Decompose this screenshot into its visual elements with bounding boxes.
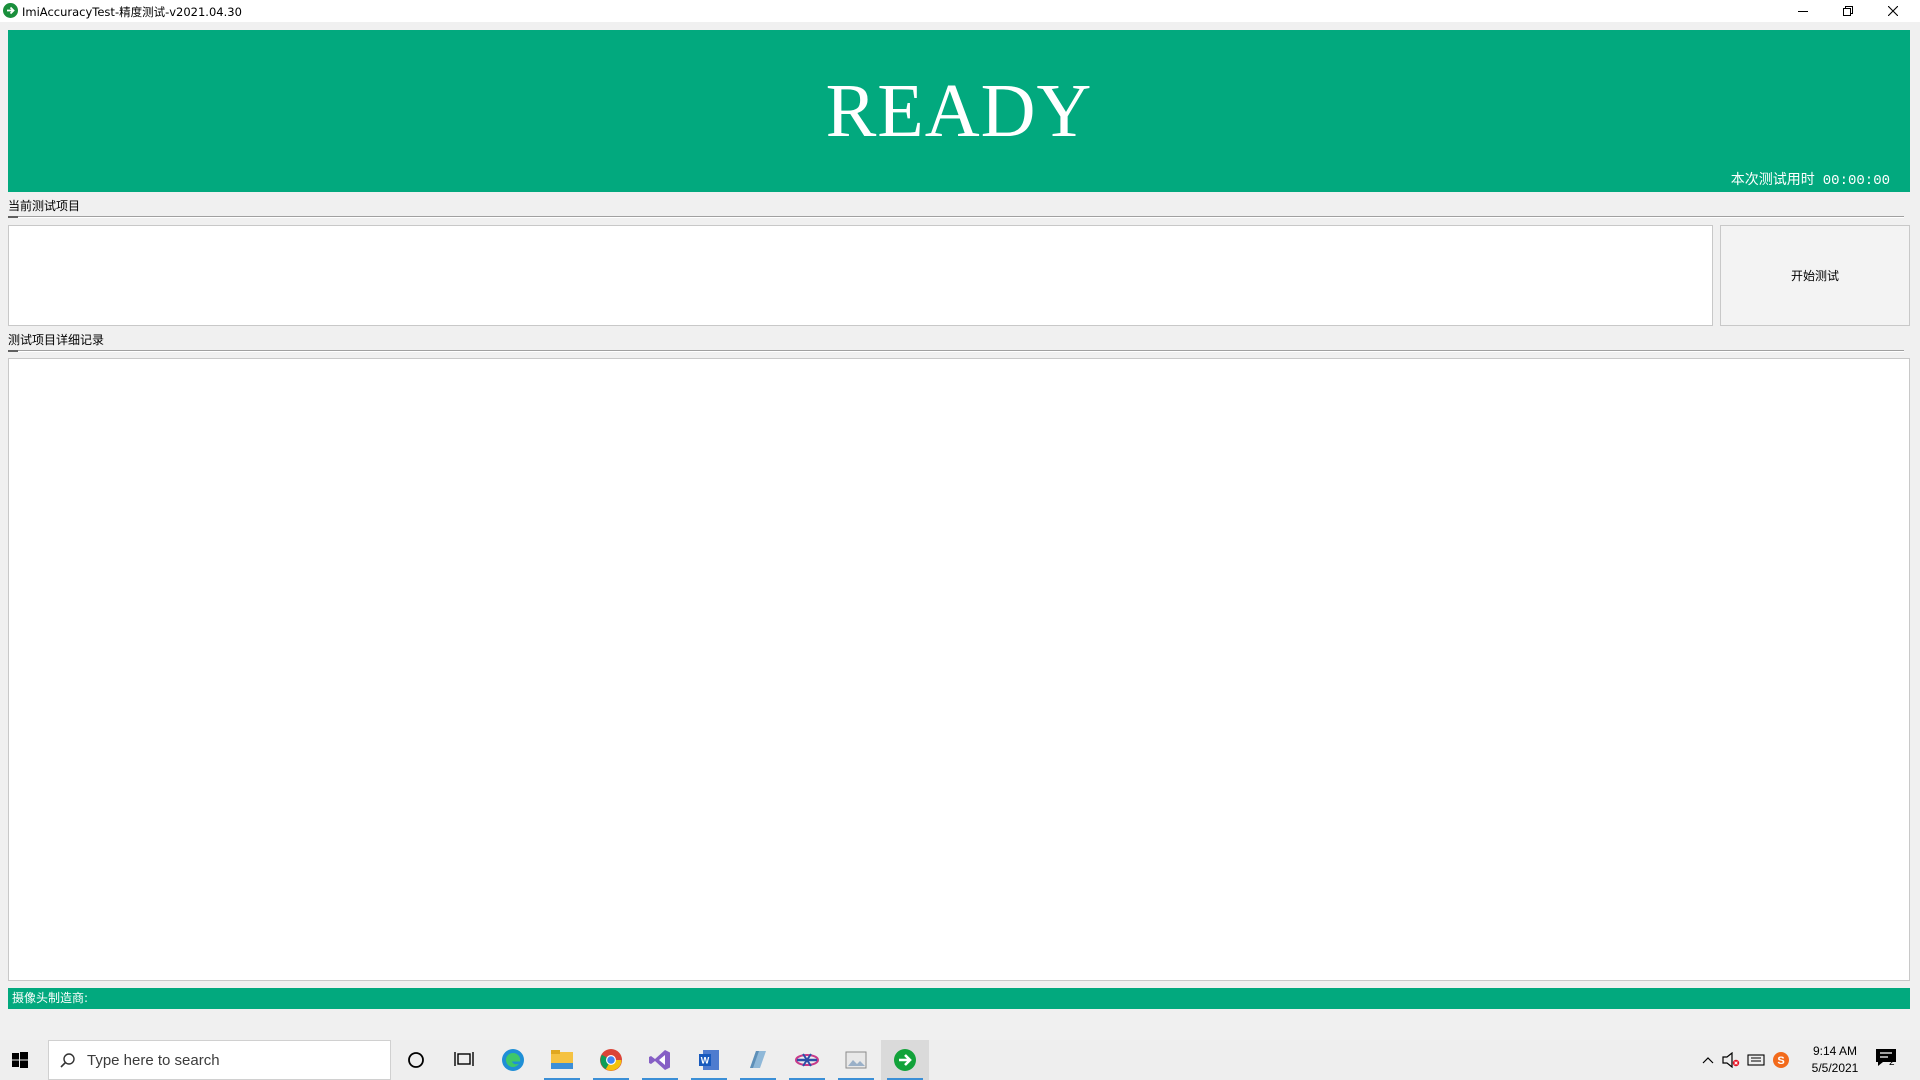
chevron-up-icon: [1702, 1057, 1714, 1064]
taskbar: W S 9:14 AM 5/5/2021 2: [0, 1040, 1920, 1080]
taskbar-image-viewer[interactable]: [832, 1040, 880, 1080]
cortana-button[interactable]: [392, 1040, 440, 1080]
imi-accuracy-test-icon: [894, 1049, 916, 1071]
status-banner: READY 本次测试用时 00:00:00: [8, 30, 1910, 192]
taskbar-file-explorer[interactable]: [538, 1040, 586, 1080]
volume-tray-button[interactable]: [1720, 1040, 1742, 1080]
task-view-button[interactable]: [440, 1040, 488, 1080]
volume-muted-icon: [1722, 1052, 1740, 1068]
current-item-box: [8, 225, 1713, 326]
visual-studio-icon: [649, 1050, 670, 1070]
elapsed-value: 00:00:00: [1822, 173, 1890, 189]
sogou-input-tray-button[interactable]: S: [1770, 1040, 1792, 1080]
detail-log-label: 测试项目详细记录: [8, 333, 105, 347]
elapsed-label: 本次测试用时: [1730, 173, 1815, 189]
cortana-icon: [408, 1052, 424, 1068]
elapsed-time: 本次测试用时 00:00:00: [1723, 169, 1890, 189]
image-viewer-icon: [845, 1051, 867, 1069]
minimize-button[interactable]: [1780, 0, 1826, 22]
current-item-divider: [8, 216, 1904, 218]
svg-text:W: W: [701, 1056, 710, 1066]
taskbar-imi-accuracy-test[interactable]: [881, 1040, 929, 1080]
minimize-icon: [1798, 11, 1808, 12]
taskbar-edge[interactable]: [489, 1040, 537, 1080]
taskbar-app[interactable]: [734, 1040, 782, 1080]
action-center-button[interactable]: 2: [1875, 1048, 1901, 1072]
taskbar-clock[interactable]: 9:14 AM 5/5/2021: [1795, 1043, 1875, 1077]
taskbar-search-box[interactable]: [48, 1040, 391, 1080]
app-icon: [750, 1051, 766, 1068]
app-icon: [3, 3, 18, 18]
test-status: READY: [825, 69, 1093, 153]
taskbar-search-input[interactable]: [87, 1049, 377, 1071]
taskbar-visual-studio[interactable]: [636, 1040, 684, 1080]
close-icon: [1888, 6, 1898, 16]
taskbar-word[interactable]: W: [685, 1040, 733, 1080]
network-tool-icon: [795, 1053, 819, 1067]
input-method-tray-button[interactable]: [1745, 1040, 1767, 1080]
camera-vendor-label: 摄像头制造商:: [12, 991, 89, 1005]
keyboard-icon: [1747, 1054, 1765, 1066]
restore-button[interactable]: [1825, 0, 1871, 22]
show-hidden-icons-button[interactable]: [1698, 1040, 1718, 1080]
clock-time: 9:14 AM: [1812, 1044, 1858, 1058]
taskbar-network-tool[interactable]: [783, 1040, 831, 1080]
start-test-button[interactable]: 开始测试: [1720, 225, 1910, 326]
edge-icon: [502, 1049, 524, 1071]
current-item-label: 当前测试项目: [8, 199, 81, 213]
clock-date: 5/5/2021: [1811, 1061, 1859, 1075]
word-icon: W: [699, 1050, 719, 1070]
task-view-icon: [454, 1052, 474, 1066]
detail-log[interactable]: [8, 358, 1910, 981]
file-explorer-icon: [551, 1050, 573, 1069]
svg-text:S: S: [1777, 1055, 1784, 1067]
title-bar: ImiAccuracyTest-精度测试-v2021.04.30: [0, 0, 1920, 22]
search-icon: [60, 1053, 75, 1068]
camera-vendor-bar: 摄像头制造商:: [8, 988, 1910, 1009]
taskbar-chrome[interactable]: [587, 1040, 635, 1080]
window-title: ImiAccuracyTest-精度测试-v2021.04.30: [22, 5, 242, 19]
windows-start-icon[interactable]: [10, 1050, 30, 1070]
notification-count: 2: [1889, 1057, 1895, 1068]
detail-log-divider: [8, 350, 1904, 352]
chrome-icon: [600, 1049, 622, 1071]
restore-icon: [1843, 6, 1853, 16]
sogou-icon: S: [1773, 1052, 1789, 1068]
close-button[interactable]: [1870, 0, 1916, 22]
